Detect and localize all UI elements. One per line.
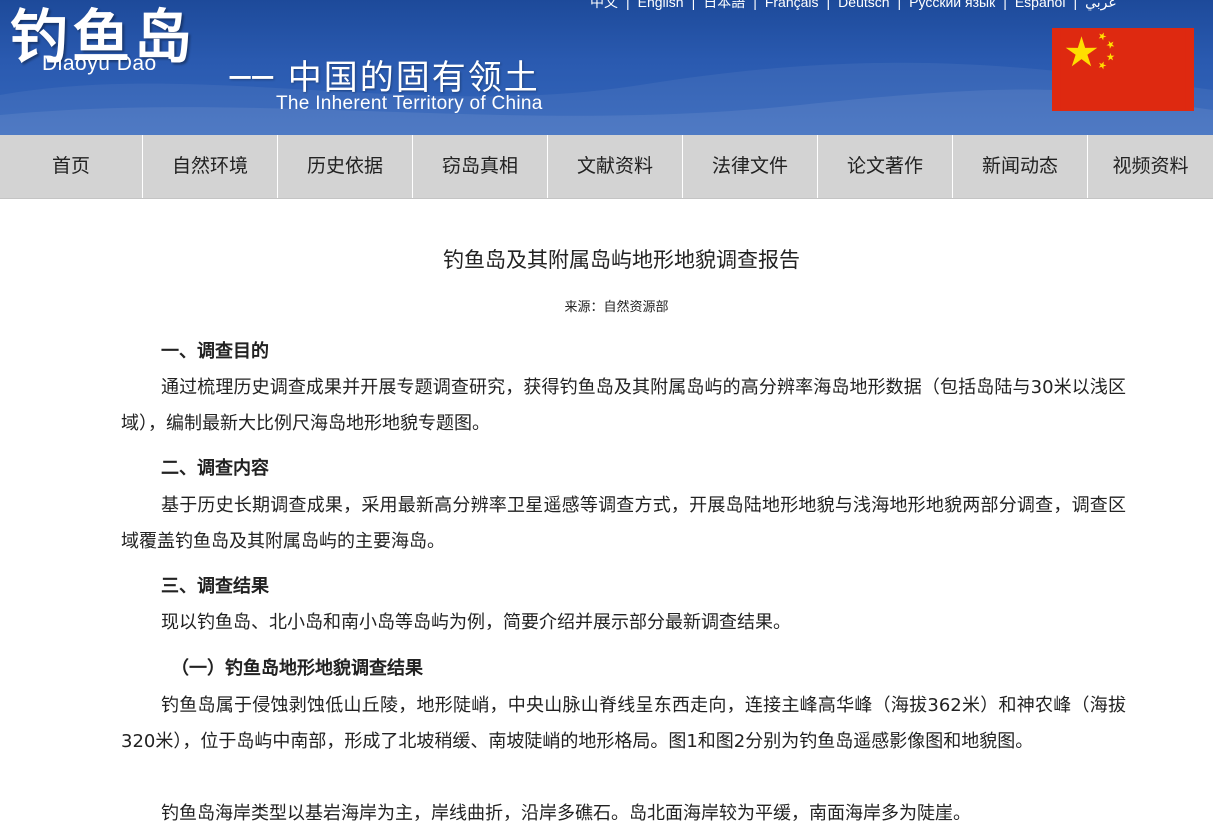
paragraph-diaoyu-dao-terrain: 钓鱼岛属于侵蚀剥蚀低山丘陵，地形陡峭，中央山脉山脊线呈东西走向，连接主峰高华峰（… <box>121 695 1126 752</box>
nav-item-news[interactable]: 新闻动态 <box>953 135 1088 198</box>
lang-separator: | <box>1073 0 1078 10</box>
lang-link-german[interactable]: Deutsch <box>838 0 889 10</box>
lang-link-spanish[interactable]: Español <box>1015 0 1066 10</box>
site-slogan-chinese: ── 中国的固有领土 <box>230 58 540 98</box>
paragraph-next-partial: 钓鱼岛海岸类型以基岩海岸为主，岸线曲折，沿岸多礁石。岛北面海岸较为平缓，南面海岸… <box>161 803 971 824</box>
nav-item-island-theft-truth[interactable]: 窃岛真相 <box>413 135 548 198</box>
section-heading-results: 三、调查结果 <box>161 576 269 597</box>
paragraph-purpose: 通过梳理历史调查成果并开展专题调查研究，获得钓鱼岛及其附属岛屿的高分辨率海岛地形… <box>121 377 1126 434</box>
nav-item-legal-documents[interactable]: 法律文件 <box>683 135 818 198</box>
paragraph-content: 基于历史长期调查成果，采用最新高分辨率卫星遥感等调查方式，开展岛陆地形地貌与浅海… <box>121 495 1126 552</box>
lang-separator: | <box>1003 0 1007 10</box>
site-slogan-english: The Inherent Territory of China <box>276 93 543 114</box>
lang-separator: | <box>626 0 630 10</box>
lang-link-arabic[interactable]: عربي <box>1085 0 1117 10</box>
china-flag-icon <box>1052 28 1194 111</box>
subsection-heading-diaoyu-dao: （一）钓鱼岛地形地貌调查结果 <box>171 658 423 679</box>
section-heading-content: 二、调查内容 <box>161 458 269 479</box>
article-source: 来源：自然资源部 <box>564 300 669 315</box>
nav-item-literature[interactable]: 文献资料 <box>548 135 683 198</box>
article-title: 钓鱼岛及其附属岛屿地形地貌调查报告 <box>443 248 800 272</box>
main-navigation: 首页 自然环境 历史依据 窃岛真相 文献资料 法律文件 论文著作 新闻动态 视频… <box>0 135 1213 199</box>
paragraph-results: 现以钓鱼岛、北小岛和南小岛等岛屿为例，简要介绍并展示部分最新调查结果。 <box>161 612 791 633</box>
lang-separator: | <box>826 0 831 10</box>
lang-link-french[interactable]: Français <box>765 0 819 10</box>
section-heading-purpose: 一、调查目的 <box>161 341 269 362</box>
nav-item-papers[interactable]: 论文著作 <box>818 135 953 198</box>
lang-separator: | <box>753 0 757 10</box>
nav-item-videos[interactable]: 视频资料 <box>1088 135 1213 198</box>
lang-link-chinese[interactable]: 中文 <box>590 0 618 10</box>
nav-item-natural-environment[interactable]: 自然环境 <box>143 135 278 198</box>
nav-item-historical-basis[interactable]: 历史依据 <box>278 135 413 198</box>
language-switcher: 中文 | English | 日本語 | Français | Deutsch | Русский … <box>590 0 1117 12</box>
lang-link-russian[interactable]: Русский язык <box>909 0 995 10</box>
lang-link-english[interactable]: English <box>638 0 684 10</box>
lang-link-japanese[interactable]: 日本語 <box>703 0 745 10</box>
nav-item-home[interactable]: 首页 <box>0 135 143 198</box>
site-logo-english[interactable]: Diaoyu Dao <box>42 52 157 76</box>
lang-separator: | <box>691 0 696 10</box>
header-banner: 钓鱼岛 Diaoyu Dao ── 中国的固有领土 The Inherent T… <box>0 0 1213 135</box>
lang-separator: | <box>897 0 902 10</box>
